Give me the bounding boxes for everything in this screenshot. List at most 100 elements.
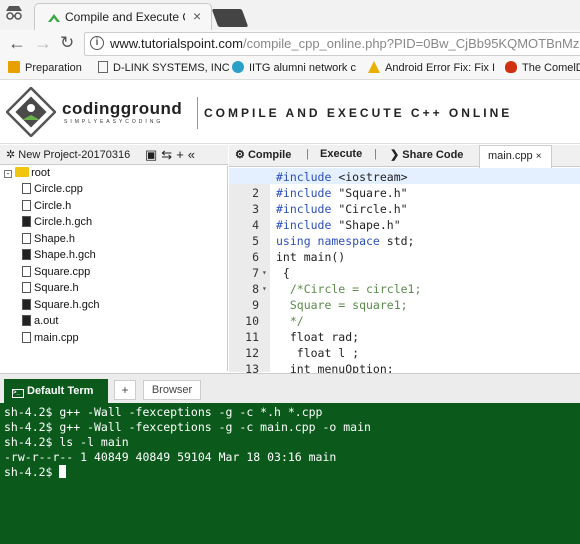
tab-close-icon[interactable]: × [193,8,201,24]
file-name: Circle.h.gch [34,216,93,228]
bookmark-android[interactable]: Android Error Fix: Fix I [368,61,495,74]
code-editor[interactable]: 1234567▾8▾910111213 #include <iostream>#… [229,168,580,376]
chevron-right-icon: ❯ [390,149,400,161]
line-gutter: 1234567▾8▾910111213 [229,168,270,376]
line-number: 10 [245,314,259,328]
code-line: #include <iostream> [276,170,408,184]
incognito-icon [3,5,25,23]
terminal-line: sh-4.2$ g++ -Wall -fexceptions -g -c *.h… [4,405,323,419]
file-icon [22,298,31,310]
file-tree-item[interactable]: Circle.h [22,199,71,212]
code-line: using namespace std; [276,234,415,248]
code-line: float l ; [276,346,360,360]
sync-icon[interactable]: ⇆ [161,147,176,162]
gear-icon[interactable]: ✲ [6,149,15,161]
file-tree-item[interactable]: main.cpp [22,331,79,344]
execute-button[interactable]: Execute [320,148,362,160]
file-icon [22,282,31,293]
terminal-line: sh-4.2$ g++ -Wall -fexceptions -g -c mai… [4,420,371,434]
tab-main-cpp[interactable]: main.cpp × [479,145,552,168]
bookmark-comeld[interactable]: The ComelD [505,61,580,74]
back-arrow-icon[interactable]: ← [8,33,26,54]
terminal-prompt-line: sh-4.2$ [4,465,67,480]
file-tree-item[interactable]: a.out [22,315,58,327]
code-line: */ [276,314,304,328]
file-name: Square.h [34,282,79,294]
file-name: main.cpp [34,331,79,344]
code-line: #include "Circle.h" [276,202,408,216]
line-number: 3 [252,202,259,216]
file-icon [22,232,31,244]
project-name: New Project-20170316 [18,149,131,161]
forward-arrow-icon[interactable]: → [34,33,52,54]
url-host: www.tutorialspoint.com [110,36,243,51]
file-tree-item[interactable]: Circle.h.gch [22,216,92,228]
file-tree-item[interactable]: Shape.h.gch [22,249,96,261]
line-number: 9 [252,298,259,312]
line-number: 5 [252,234,259,248]
add-icon[interactable]: + [176,147,188,162]
terminal-line: -rw-r--r-- 1 40849 40849 59104 Mar 18 03… [4,450,337,464]
collapse-box-icon[interactable]: - [4,170,12,178]
file-icon [22,216,31,227]
close-icon[interactable]: × [536,151,542,162]
bookmark-dlink[interactable]: D-LINK SYSTEMS, INC [98,61,230,74]
browser-tab[interactable]: Compile and Execute C+ × [34,3,212,30]
file-icon [22,315,31,326]
bookmarks-bar: Preparation D-LINK SYSTEMS, INC IITG alu… [0,58,580,80]
code-line: #include "Square.h" [276,186,408,200]
fold-arrow-icon[interactable]: ▾ [262,284,267,293]
file-tree-item[interactable]: Circle.cpp [22,183,83,195]
file-icon [22,249,31,260]
new-tab-button[interactable] [211,9,249,27]
flame-icon [505,61,517,73]
file-tree-item[interactable]: Square.cpp [22,265,90,278]
project-toolbar: ✲ New Project-20170316 ▣⇆+« [0,145,228,165]
file-icon [22,183,31,194]
brand-name[interactable]: codingground [62,99,182,119]
fold-arrow-icon[interactable]: ▾ [262,268,267,277]
code-line: int main() [276,250,346,264]
codingground-logo-icon[interactable] [5,86,57,138]
file-name: Circle.cpp [34,183,83,195]
file-tab-label: main.cpp [488,150,533,162]
tab-default-term[interactable]: >_ Default Term [4,379,108,404]
bookmark-iitg[interactable]: IITG alumni network c [232,61,356,74]
line-number: 4 [252,218,259,232]
navigation-bar: ← → ↻ i www.tutorialspoint.com/compile_c… [0,30,580,58]
code-line: float rad; [276,330,360,344]
file-icon [22,265,31,277]
file-tree-item[interactable]: Square.h [22,282,79,294]
code-line: /*Circle = circle1; [276,282,422,296]
compile-button[interactable]: ⚙ Compile [235,148,291,161]
address-bar[interactable]: i www.tutorialspoint.com/compile_cpp_onl… [84,32,580,56]
bookmark-preparation[interactable]: Preparation [8,61,82,74]
file-tree-item[interactable]: Square.h.gch [22,298,99,311]
folder-icon [15,167,30,177]
reload-icon[interactable]: ↻ [60,33,74,53]
tutorialspoint-favicon-icon [47,11,61,23]
site-header: codingground SIMPLYEASYCODING COMPILE AN… [0,81,580,144]
save-icon[interactable]: ▣ [145,147,161,162]
code-line: #include "Shape.h" [276,218,401,232]
file-tree: - root Circle.cpp Circle.h Circle.h.gch Sha… [0,166,228,371]
terminal-cursor [59,465,67,478]
file-name: Shape.h.gch [34,249,96,261]
line-number: 12 [245,346,259,360]
globe-icon [232,61,244,73]
share-code-button[interactable]: ❯ Share Code [390,148,463,161]
file-tree-item[interactable]: Shape.h [22,232,75,245]
tab-browser[interactable]: Browser [143,380,201,400]
tree-root[interactable]: - root [4,167,50,179]
warning-icon [368,61,380,73]
file-name: a.out [34,315,59,327]
collapse-icon[interactable]: « [188,147,199,162]
line-number: 2 [252,186,259,200]
terminal-output[interactable]: sh-4.2$ g++ -Wall -fexceptions -g -c *.h… [0,403,580,544]
add-terminal-button[interactable]: + [114,380,136,400]
brand-tagline: SIMPLYEASYCODING [64,119,164,125]
info-icon[interactable]: i [90,36,104,50]
browser-tab-strip: Compile and Execute C+ × [0,0,580,30]
gears-icon: ⚙ [235,149,245,161]
terminal-icon: >_ [12,389,24,398]
